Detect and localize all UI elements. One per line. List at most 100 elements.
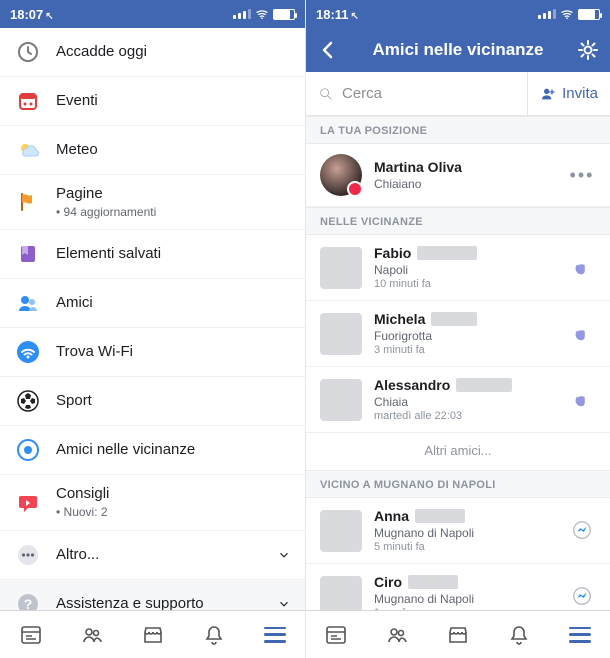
friend-row[interactable]: Fabio Napoli 10 minuti fa xyxy=(306,235,610,301)
friends-icon xyxy=(14,289,42,317)
tab-friends[interactable] xyxy=(367,611,428,658)
weather-icon xyxy=(14,136,42,164)
battery-icon xyxy=(578,9,600,20)
friend-row[interactable]: Ciro Mugnano di Napoli 1 ora fa xyxy=(306,564,610,610)
friend-row[interactable]: Michela Fuorigrotta 3 minuti fa xyxy=(306,301,610,367)
page-title: Amici nelle vicinanze xyxy=(348,40,568,60)
phone-left-menu: 18:07↖ Accadde oggi Eventi Meteo xyxy=(0,0,305,658)
menu-item-findwifi[interactable]: Trova Wi-Fi xyxy=(0,328,305,377)
more-friends-link[interactable]: Altri amici... xyxy=(306,433,610,470)
friend-row[interactable]: Alessandro Chiaia martedì alle 22:03 xyxy=(306,367,610,433)
people-icon xyxy=(80,623,104,647)
wave-icon xyxy=(571,323,593,345)
tab-notifications[interactable] xyxy=(488,611,549,658)
target-icon xyxy=(14,436,42,464)
add-person-icon xyxy=(540,86,556,102)
friend-name: Michela xyxy=(374,311,425,327)
avatar xyxy=(320,576,362,611)
nearby-scroll: LA TUA POSIZIONE Martina Oliva Chiaiano … xyxy=(306,116,610,610)
search-input[interactable]: Cerca xyxy=(306,85,527,102)
friend-time: martedì alle 22:03 xyxy=(374,410,556,422)
tab-friends[interactable] xyxy=(61,611,122,658)
tab-bar xyxy=(306,610,610,658)
friend-name: Alessandro xyxy=(374,377,450,393)
menu-item-more[interactable]: Altro... xyxy=(0,531,305,580)
tab-marketplace[interactable] xyxy=(122,611,183,658)
tab-notifications[interactable] xyxy=(183,611,244,658)
menu-item-tips[interactable]: Consigli• Nuovi: 2 xyxy=(0,475,305,530)
question-icon xyxy=(14,590,42,610)
menu-item-today[interactable]: Accadde oggi xyxy=(0,28,305,77)
chevron-down-icon xyxy=(277,597,291,610)
bookmark-icon xyxy=(14,240,42,268)
messenger-icon xyxy=(571,520,593,542)
friend-location: Chiaia xyxy=(374,395,556,409)
avatar xyxy=(320,379,362,421)
menu-item-friends[interactable]: Amici xyxy=(0,279,305,328)
menu-item-nearby-friends[interactable]: Amici nelle vicinanze xyxy=(0,426,305,475)
friend-location: Mugnano di Napoli xyxy=(374,592,556,606)
friend-location: Napoli xyxy=(374,263,556,277)
menu-label: Amici nelle vicinanze xyxy=(56,441,291,459)
menu-label: Elementi salvati xyxy=(56,245,291,263)
more-button[interactable]: ••• xyxy=(568,161,596,189)
self-name: Martina Oliva xyxy=(374,159,556,175)
invite-button[interactable]: Invita xyxy=(527,72,610,115)
signal-icon xyxy=(233,9,251,19)
search-icon xyxy=(318,86,334,102)
friend-location: Mugnano di Napoli xyxy=(374,526,556,540)
bell-icon xyxy=(507,623,531,647)
self-row[interactable]: Martina Oliva Chiaiano ••• xyxy=(306,144,610,207)
avatar xyxy=(320,510,362,552)
wifi-icon xyxy=(560,9,574,19)
feed-icon xyxy=(19,623,43,647)
section-nearby: NELLE VICINANZE xyxy=(306,207,610,235)
menu-label: Eventi xyxy=(56,92,291,110)
page-header: Amici nelle vicinanze xyxy=(306,28,610,72)
redacted xyxy=(431,312,477,326)
friend-name: Anna xyxy=(374,508,409,524)
hamburger-icon xyxy=(264,627,286,643)
menu-label: Amici xyxy=(56,294,291,312)
tab-feed[interactable] xyxy=(0,611,61,658)
menu-item-help[interactable]: Assistenza e supporto xyxy=(0,580,305,610)
redacted xyxy=(408,575,458,589)
avatar xyxy=(320,247,362,289)
wave-button[interactable] xyxy=(568,386,596,414)
menu-item-pages[interactable]: Pagine• 94 aggiornamenti xyxy=(0,175,305,230)
redacted xyxy=(456,378,512,392)
menu-item-weather[interactable]: Meteo xyxy=(0,126,305,175)
settings-button[interactable] xyxy=(576,38,600,62)
menu-item-saved[interactable]: Elementi salvati xyxy=(0,230,305,279)
menu-item-events[interactable]: Eventi xyxy=(0,77,305,126)
section-your-location: LA TUA POSIZIONE xyxy=(306,116,610,144)
wave-button[interactable] xyxy=(568,320,596,348)
status-time: 18:11↖ xyxy=(316,7,359,22)
menu-item-sport[interactable]: Sport xyxy=(0,377,305,426)
menu-label: Assistenza e supporto xyxy=(56,595,263,610)
message-button[interactable] xyxy=(568,583,596,611)
wave-icon xyxy=(571,389,593,411)
tab-menu[interactable] xyxy=(244,611,305,658)
menu-label: Accadde oggi xyxy=(56,43,291,61)
battery-icon xyxy=(273,9,295,20)
friend-time: 3 minuti fa xyxy=(374,344,556,356)
calendar-icon xyxy=(14,87,42,115)
hamburger-icon xyxy=(569,627,591,643)
menu-label: Trova Wi-Fi xyxy=(56,343,291,361)
status-bar: 18:07↖ xyxy=(0,0,305,28)
back-button[interactable] xyxy=(316,38,340,62)
tab-marketplace[interactable] xyxy=(428,611,489,658)
menu-label: Sport xyxy=(56,392,291,410)
more-icon xyxy=(14,541,42,569)
flag-icon xyxy=(14,188,42,216)
tab-menu[interactable] xyxy=(549,611,610,658)
message-button[interactable] xyxy=(568,517,596,545)
wave-button[interactable] xyxy=(568,254,596,282)
tab-bar xyxy=(0,610,305,658)
status-bar: 18:11↖ xyxy=(306,0,610,28)
tab-feed[interactable] xyxy=(306,611,367,658)
search-row: Cerca Invita xyxy=(306,72,610,116)
friend-row[interactable]: Anna Mugnano di Napoli 5 minuti fa xyxy=(306,498,610,564)
redacted xyxy=(415,509,465,523)
